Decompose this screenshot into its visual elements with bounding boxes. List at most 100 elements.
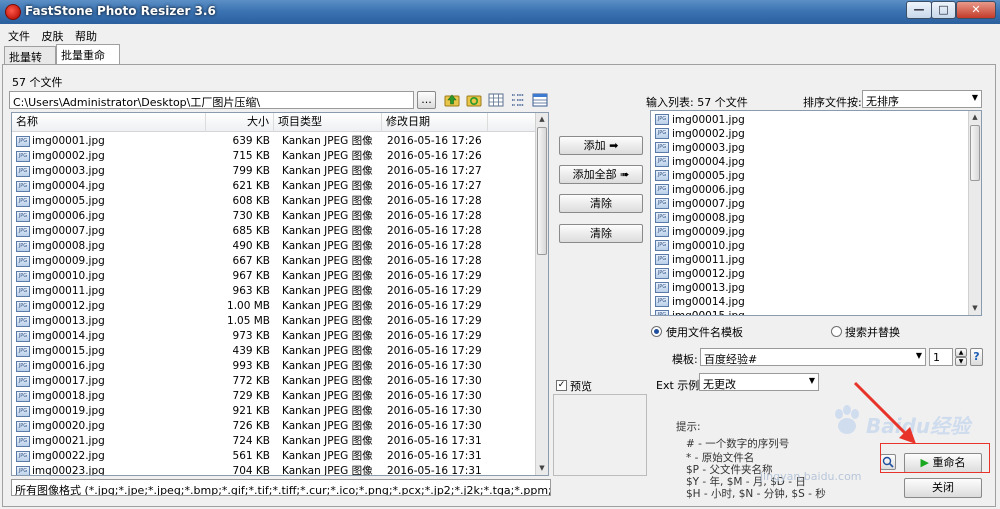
close-button[interactable]: 关闭: [904, 478, 982, 498]
ext-example-select[interactable]: 无更改 ▼: [699, 373, 819, 391]
menu-file[interactable]: 文件: [4, 26, 34, 46]
jpeg-file-icon: JPG: [655, 128, 669, 139]
table-row[interactable]: JPG img00004.jpg 621 KB Kankan JPEG 图像 2016-…: [12, 179, 534, 194]
scroll-up-icon[interactable]: ▲: [536, 113, 548, 126]
table-row[interactable]: JPG img00022.jpg 561 KB Kankan JPEG 图像 2016-…: [12, 449, 534, 464]
table-row[interactable]: JPG img00009.jpg 667 KB Kankan JPEG 图像 2016-…: [12, 254, 534, 269]
search-replace-radio[interactable]: [831, 326, 842, 337]
spin-down-icon[interactable]: ▼: [955, 357, 967, 366]
list-item[interactable]: JPG img00001.jpg: [651, 113, 967, 127]
file-date: 2016-05-16 17:29: [387, 300, 482, 312]
table-row[interactable]: JPG img00023.jpg 704 KB Kankan JPEG 图像 2016-…: [12, 464, 534, 475]
column-header-date[interactable]: 修改日期: [382, 113, 488, 132]
list-item[interactable]: JPG img00002.jpg: [651, 127, 967, 141]
file-list-header: 名称 大小 项目类型 修改日期: [12, 113, 540, 132]
table-row[interactable]: JPG img00003.jpg 799 KB Kankan JPEG 图像 2016-…: [12, 164, 534, 179]
list-item[interactable]: JPG img00011.jpg: [651, 253, 967, 267]
table-row[interactable]: JPG img00007.jpg 685 KB Kankan JPEG 图像 2016-…: [12, 224, 534, 239]
scroll-thumb[interactable]: [970, 125, 980, 181]
add-button[interactable]: 添加 ➡: [559, 136, 643, 155]
preview-checkbox[interactable]: ✓: [556, 380, 567, 391]
tab-batch-rename[interactable]: 批量重命名: [56, 44, 120, 78]
input-file-list[interactable]: JPG img00001.jpg JPG img00002.jpg JPG img0000…: [650, 110, 982, 316]
table-row[interactable]: JPG img00001.jpg 639 KB Kankan JPEG 图像 2016-…: [12, 134, 534, 149]
file-list-scrollbar[interactable]: ▲ ▼: [535, 113, 548, 475]
table-row[interactable]: JPG img00010.jpg 967 KB Kankan JPEG 图像 2016-…: [12, 269, 534, 284]
table-row[interactable]: JPG img00012.jpg 1.00 MB Kankan JPEG 图像 2016…: [12, 299, 534, 314]
scroll-down-icon[interactable]: ▼: [969, 302, 981, 315]
table-row[interactable]: JPG img00013.jpg 1.05 MB Kankan JPEG 图像 2016…: [12, 314, 534, 329]
folder-path-input[interactable]: C:\Users\Administrator\Desktop\工厂图片压缩\: [9, 91, 414, 109]
scroll-down-icon[interactable]: ▼: [536, 462, 548, 475]
spin-up-icon[interactable]: ▲: [955, 348, 967, 357]
table-row[interactable]: JPG img00006.jpg 730 KB Kankan JPEG 图像 2016-…: [12, 209, 534, 224]
refresh-folder-icon[interactable]: [466, 92, 482, 108]
list-item[interactable]: JPG img00010.jpg: [651, 239, 967, 253]
file-name: img00021.jpg: [32, 435, 105, 447]
details-view-icon[interactable]: [532, 92, 548, 108]
add-all-button[interactable]: 添加全部 ➠: [559, 165, 643, 184]
list-item[interactable]: JPG img00004.jpg: [651, 155, 967, 169]
list-item[interactable]: JPG img00012.jpg: [651, 267, 967, 281]
tab-batch-convert[interactable]: 批量转换: [4, 46, 56, 80]
list-item-label: img00008.jpg: [672, 212, 745, 224]
list-view-icon[interactable]: [510, 92, 526, 108]
use-template-radio[interactable]: [651, 326, 662, 337]
file-type-filter-value: 所有图像格式 (*.jpg;*.jpe;*.jpeg;*.bmp;*.gif;*…: [15, 484, 550, 496]
menu-skin[interactable]: 皮肤: [38, 26, 68, 46]
column-header-name[interactable]: 名称: [12, 113, 206, 132]
list-item[interactable]: JPG img00007.jpg: [651, 197, 967, 211]
close-window-button[interactable]: ✕: [956, 1, 996, 19]
list-item[interactable]: JPG img00008.jpg: [651, 211, 967, 225]
jpeg-file-icon: JPG: [16, 271, 30, 282]
column-header-type[interactable]: 项目类型: [274, 113, 382, 132]
file-type: Kankan JPEG 图像: [282, 270, 373, 282]
table-row[interactable]: JPG img00011.jpg 963 KB Kankan JPEG 图像 2016-…: [12, 284, 534, 299]
scroll-thumb[interactable]: [537, 127, 547, 255]
column-header-size[interactable]: 大小: [206, 113, 274, 132]
sort-select-value: 无排序: [866, 95, 899, 108]
file-name: img00022.jpg: [32, 450, 105, 462]
dropdown-arrow-icon: ▼: [808, 376, 815, 385]
browse-folder-button[interactable]: ...: [417, 91, 436, 109]
table-row[interactable]: JPG img00021.jpg 724 KB Kankan JPEG 图像 2016-…: [12, 434, 534, 449]
maximize-button[interactable]: □: [931, 1, 956, 19]
file-type-filter-select[interactable]: 所有图像格式 (*.jpg;*.jpe;*.jpeg;*.bmp;*.gif;*…: [11, 479, 551, 496]
table-row[interactable]: JPG img00008.jpg 490 KB Kankan JPEG 图像 2016-…: [12, 239, 534, 254]
file-type: Kankan JPEG 图像: [282, 345, 373, 357]
minimize-button[interactable]: —: [906, 1, 932, 19]
list-item[interactable]: JPG img00005.jpg: [651, 169, 967, 183]
list-item[interactable]: JPG img00013.jpg: [651, 281, 967, 295]
table-row[interactable]: JPG img00017.jpg 772 KB Kankan JPEG 图像 2016-…: [12, 374, 534, 389]
menu-help[interactable]: 帮助: [71, 26, 101, 46]
template-input[interactable]: 百度经验# ▼: [700, 348, 926, 366]
file-list-view[interactable]: 名称 大小 项目类型 修改日期 JPG img00001.jpg 639 KB Kan…: [11, 112, 549, 476]
list-item[interactable]: JPG img00003.jpg: [651, 141, 967, 155]
table-row[interactable]: JPG img00005.jpg 608 KB Kankan JPEG 图像 2016-…: [12, 194, 534, 209]
table-row[interactable]: JPG img00015.jpg 439 KB Kankan JPEG 图像 2016-…: [12, 344, 534, 359]
list-item[interactable]: JPG img00006.jpg: [651, 183, 967, 197]
table-row[interactable]: JPG img00020.jpg 726 KB Kankan JPEG 图像 2016-…: [12, 419, 534, 434]
file-date: 2016-05-16 17:30: [387, 375, 482, 387]
help-button[interactable]: ?: [970, 348, 983, 366]
folder-up-icon[interactable]: [444, 92, 460, 108]
thumbnail-view-icon[interactable]: [488, 92, 504, 108]
input-list-scrollbar[interactable]: ▲ ▼: [968, 111, 981, 315]
table-row[interactable]: JPG img00016.jpg 993 KB Kankan JPEG 图像 2016-…: [12, 359, 534, 374]
table-row[interactable]: JPG img00002.jpg 715 KB Kankan JPEG 图像 2016-…: [12, 149, 534, 164]
sort-select[interactable]: 无排序 ▼: [862, 90, 982, 108]
file-type: Kankan JPEG 图像: [282, 420, 373, 432]
scroll-up-icon[interactable]: ▲: [969, 111, 981, 124]
list-item[interactable]: JPG img00014.jpg: [651, 295, 967, 309]
file-name: img00019.jpg: [32, 405, 105, 417]
table-row[interactable]: JPG img00014.jpg 973 KB Kankan JPEG 图像 2016-…: [12, 329, 534, 344]
list-item-label: img00012.jpg: [672, 268, 745, 280]
clear-button[interactable]: 清除: [559, 224, 643, 243]
remove-button[interactable]: 清除: [559, 194, 643, 213]
file-size: 799 KB: [232, 165, 270, 177]
table-row[interactable]: JPG img00019.jpg 921 KB Kankan JPEG 图像 2016-…: [12, 404, 534, 419]
list-item[interactable]: JPG img00015.jpg: [651, 309, 967, 315]
table-row[interactable]: JPG img00018.jpg 729 KB Kankan JPEG 图像 2016-…: [12, 389, 534, 404]
start-number-input[interactable]: 1: [929, 348, 953, 366]
list-item[interactable]: JPG img00009.jpg: [651, 225, 967, 239]
